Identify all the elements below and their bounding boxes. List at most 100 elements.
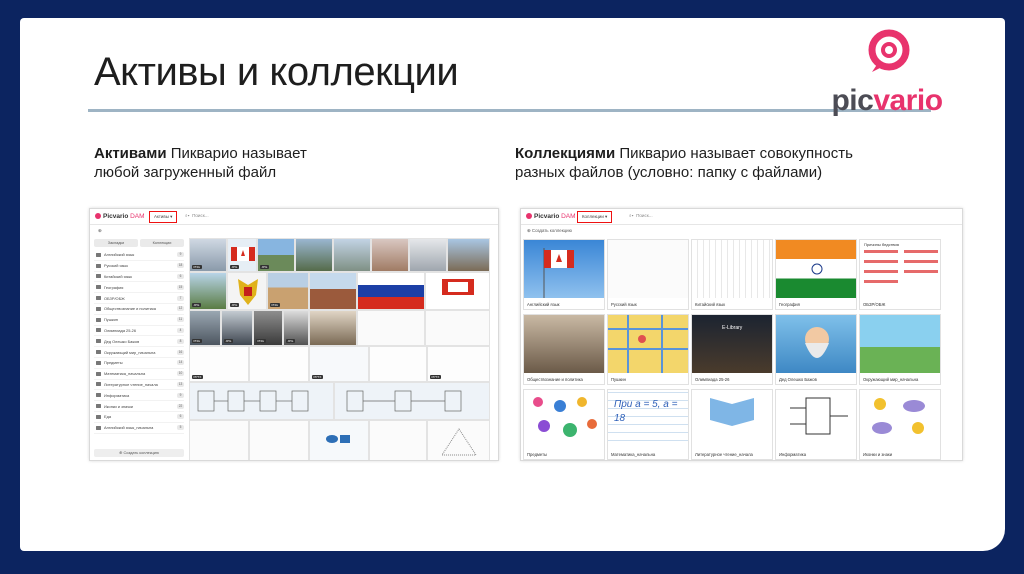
asset-thumb[interactable] [447, 238, 490, 272]
asset-thumb[interactable] [369, 346, 427, 382]
sidebar-item[interactable]: Китайский язык 6 [94, 272, 184, 283]
collection-card[interactable]: Обществознание и политика [523, 314, 605, 385]
collection-card[interactable]: При a = 5, a = 18 Математика_начальна [607, 389, 689, 460]
asset-thumb[interactable] [334, 382, 490, 420]
asset-thumb[interactable]: JPG [283, 310, 309, 346]
asset-thumb[interactable] [369, 420, 427, 460]
sidebar-item-count: 10 [177, 371, 184, 377]
asset-thumb[interactable] [357, 310, 425, 346]
collection-card[interactable]: Иконки и знаки [859, 389, 941, 460]
assets-description: Активами Пикварио называет любой загруже… [94, 145, 307, 181]
collection-card[interactable]: Китайский язык [691, 239, 773, 310]
sidebar-item[interactable]: Литературное чтение_начала 13 [94, 380, 184, 391]
asset-thumb[interactable] [409, 238, 447, 272]
asset-thumb[interactable] [425, 272, 490, 310]
asset-thumb[interactable]: PNG [189, 238, 227, 272]
asset-thumb[interactable] [249, 346, 309, 382]
collection-card[interactable]: Причины бедствия ОБЗР/ОБЖ [859, 239, 941, 310]
section-dropdown[interactable]: Активы ▾ [149, 211, 178, 223]
search-input[interactable]: ⌕▾ Поиск... [185, 213, 209, 218]
flag-canada-icon [543, 248, 574, 298]
asset-thumb[interactable] [309, 420, 369, 460]
asset-thumb[interactable]: PNG [189, 310, 221, 346]
asset-thumb[interactable] [357, 272, 425, 310]
asset-thumb[interactable] [309, 272, 357, 310]
sidebar-item[interactable]: Информатика 9 [94, 390, 184, 402]
collection-card[interactable]: E-Library Олимпиада 25-26 [691, 314, 773, 385]
sidebar-item[interactable]: Математика_начальна 10 [94, 369, 184, 380]
sidebar-item-count: 22 [177, 403, 184, 409]
sidebar: Закладки Коллекции Английский язык 9 Русск… [94, 239, 184, 434]
asset-thumb[interactable] [427, 420, 490, 460]
asset-thumb[interactable] [189, 382, 334, 420]
asset-thumb[interactable] [189, 420, 249, 460]
create-collection-link[interactable]: ⊕ Создать коллекцию [527, 228, 572, 234]
asset-thumb[interactable]: PPTX [427, 346, 490, 382]
sidebar-item-count: 11 [177, 317, 184, 323]
create-collection-button[interactable]: ⊕ Создать коллекцию [94, 449, 184, 457]
sidebar-item[interactable]: Английский язык_начальна 5 [94, 423, 184, 434]
app-logo: Picvario DAM [526, 213, 576, 220]
sidebar-item[interactable]: Еда 6 [94, 412, 184, 423]
collection-card[interactable]: Русский язык [607, 239, 689, 310]
folder-icon [96, 317, 101, 322]
collection-card[interactable]: Дед Олешко Бажов [775, 314, 857, 385]
asset-thumb[interactable]: PPTX [309, 346, 369, 382]
search-input[interactable]: ⌕▾ Поиск... [629, 213, 653, 218]
folder-icon [96, 252, 101, 257]
sidebar-item[interactable]: Окружающий мир_начальна 16 [94, 347, 184, 358]
sidebar-item[interactable]: Русский язык 18 [94, 261, 184, 272]
folder-icon [96, 263, 101, 268]
picvario-logo-mark [868, 29, 910, 72]
asset-thumb[interactable]: PNG [267, 272, 309, 310]
collection-card[interactable]: Окружающий мир_начальна [859, 314, 941, 385]
sidebar-item-label: Русский язык [104, 263, 128, 269]
asset-thumb[interactable] [371, 238, 409, 272]
book-icon [710, 398, 754, 426]
sidebar-item[interactable]: Обществознание и политика 12 [94, 304, 184, 315]
asset-thumb[interactable]: PNG [253, 310, 283, 346]
asset-thumb[interactable] [309, 310, 357, 346]
add-icon[interactable]: ⊕ [98, 228, 102, 234]
folder-icon [96, 350, 101, 355]
section-dropdown[interactable]: Коллекции ▾ [577, 211, 613, 223]
asset-thumb[interactable]: JPG [227, 272, 267, 310]
sidebar-item-count: 4 [177, 327, 184, 333]
sidebar-item[interactable]: Олимпиада 25-26 4 [94, 326, 184, 337]
logo-wordmark: picvario [831, 84, 943, 117]
sidebar-item[interactable]: Иконки и значки 22 [94, 401, 184, 412]
sidebar-item-label: Олимпиада 25-26 [104, 327, 137, 333]
sidebar-item[interactable]: Английский язык 9 [94, 250, 184, 261]
sidebar-item[interactable]: География 15 [94, 282, 184, 294]
sidebar-item-label: Информатика [104, 392, 130, 398]
sidebar-item[interactable]: ОБЗР/ОБЖ 7 [94, 293, 184, 304]
collection-card[interactable]: География [775, 239, 857, 310]
asset-thumb[interactable]: PPTX [189, 346, 249, 382]
asset-thumb[interactable]: JPG [189, 272, 227, 310]
folder-icon [96, 382, 101, 387]
sidebar-item-count: 6 [177, 273, 184, 279]
asset-thumb[interactable]: JPG [257, 238, 295, 272]
collection-card[interactable]: Предметы [523, 389, 605, 460]
collection-card[interactable]: Литературное чтение_начала [691, 389, 773, 460]
chakra-icon [811, 263, 823, 275]
collection-card[interactable]: Пушкин [607, 314, 689, 385]
sidebar-item[interactable]: Дед Олешко Бажов 8 [94, 336, 184, 348]
asset-thumb[interactable] [295, 238, 333, 272]
sidebar-item[interactable]: Предметы 14 [94, 358, 184, 369]
sidebar-item-label: Еда [104, 414, 112, 420]
map-icon [608, 315, 688, 373]
circuit-diagram-icon [197, 390, 309, 412]
collection-card[interactable]: Английский язык [523, 239, 605, 310]
collection-card[interactable]: Информатика [775, 389, 857, 460]
tab-bookmarks[interactable]: Закладки [94, 239, 138, 247]
tab-collections[interactable]: Коллекции [140, 239, 184, 247]
folder-icon [96, 285, 101, 290]
asset-thumb[interactable]: JPG [221, 310, 253, 346]
asset-thumb[interactable] [249, 420, 309, 460]
sidebar-item-count: 12 [177, 306, 184, 312]
asset-thumb[interactable] [333, 238, 371, 272]
sidebar-item[interactable]: Пушкин 11 [94, 315, 184, 326]
asset-thumb[interactable] [425, 310, 490, 346]
asset-thumb[interactable]: JPG [227, 238, 257, 272]
